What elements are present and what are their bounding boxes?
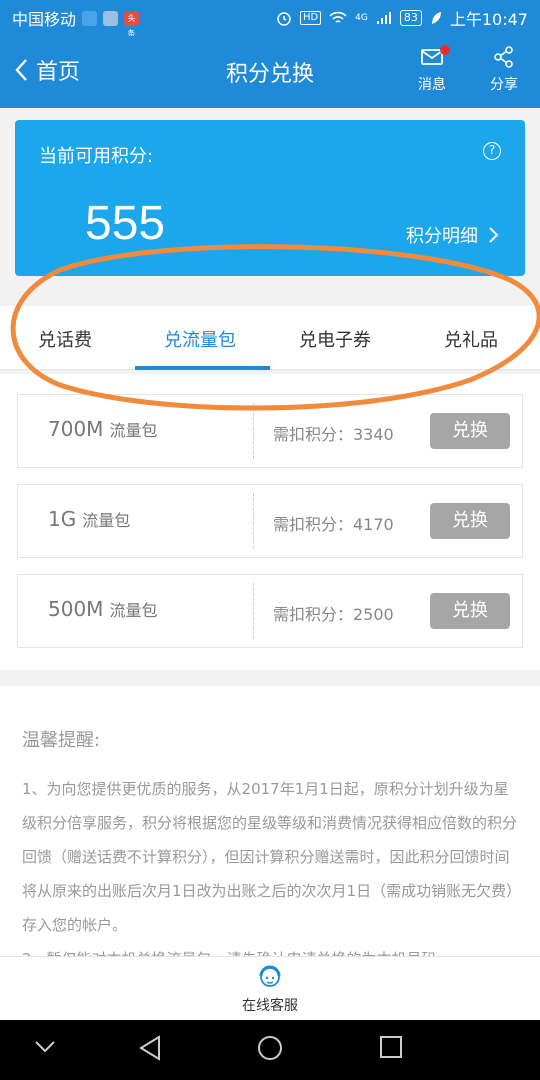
online-service-label: 在线客服	[242, 998, 298, 1014]
hd-indicator: HD	[299, 11, 322, 25]
signal-icon	[376, 12, 391, 24]
app-header: 首页 积分兑换 消息 分享	[0, 36, 540, 108]
home-circle-icon[interactable]	[256, 1034, 284, 1062]
network-type: 4G	[355, 13, 368, 23]
unread-dot	[440, 45, 450, 55]
share-icon	[494, 46, 513, 68]
offer-size-value: 700M	[48, 417, 104, 441]
offer-item: 1G 流量包 需扣积分：4170 兑换	[17, 484, 523, 558]
wifi-icon	[329, 11, 347, 23]
notice-title: 温馨提醒:	[22, 730, 101, 751]
divider	[253, 403, 254, 459]
points-detail-link[interactable]: 积分明细	[406, 222, 499, 248]
points-detail-label: 积分明细	[406, 226, 478, 247]
points-card: 当前可用积分: ? 555 积分明细	[15, 120, 525, 276]
offer-item: 500M 流量包 需扣积分：2500 兑换	[17, 574, 523, 648]
alarm-icon	[277, 12, 291, 26]
tab-data-package[interactable]: 兑流量包	[164, 326, 236, 352]
available-points-label: 当前可用积分:	[39, 146, 154, 167]
tab-gifts[interactable]: 兑礼品	[444, 326, 498, 352]
divider	[253, 583, 254, 639]
system-nav-bar	[0, 1020, 540, 1080]
share-label: 分享	[490, 77, 518, 93]
offer-size-value: 1G	[48, 507, 77, 531]
notification-app-icon	[82, 10, 98, 26]
offer-unit: 流量包	[109, 421, 158, 440]
online-service-button[interactable]: 在线客服	[0, 956, 540, 1020]
customer-service-icon	[259, 965, 281, 987]
offer-size: 500M 流量包	[48, 597, 157, 621]
messages-label: 消息	[418, 77, 446, 93]
news-app-badge: 头条	[124, 10, 140, 38]
offer-unit: 流量包	[82, 511, 131, 530]
notice-section: 温馨提醒: 1、为向您提供更优质的服务，从2017年1月1日起，原积分计划升级为…	[0, 686, 540, 968]
exchange-button[interactable]: 兑换	[430, 503, 510, 539]
share-button[interactable]: 分享	[474, 44, 534, 94]
carrier-name: 中国移动	[12, 10, 77, 29]
offer-item: 700M 流量包 需扣积分：3340 兑换	[17, 394, 523, 468]
exchange-button[interactable]: 兑换	[430, 413, 510, 449]
chevron-right-icon	[489, 227, 499, 243]
messages-button[interactable]: 消息	[402, 44, 462, 94]
available-points-value: 555	[85, 197, 166, 250]
notification-app-icon	[103, 10, 119, 26]
back-triangle-icon[interactable]	[138, 1034, 162, 1062]
offer-size: 1G 流量包	[48, 507, 130, 531]
offer-cost: 需扣积分：3340	[273, 425, 394, 444]
notice-item: 1、为向您提供更优质的服务，从2017年1月1日起，原积分计划升级为星级积分倍享…	[22, 780, 518, 934]
offer-cost: 需扣积分：2500	[273, 605, 394, 624]
tab-phone-credit[interactable]: 兑话费	[38, 326, 92, 352]
clock: 上午10:47	[449, 10, 528, 29]
tab-e-voucher[interactable]: 兑电子券	[299, 326, 371, 352]
help-icon[interactable]: ?	[483, 142, 501, 160]
chevron-down-icon[interactable]	[34, 1040, 56, 1054]
battery-level: 83	[399, 10, 422, 26]
active-tab-indicator	[135, 366, 270, 370]
exchange-button[interactable]: 兑换	[430, 593, 510, 629]
status-bar: 中国移动 头条 HD 4G 83 上午10:47	[0, 0, 540, 38]
offer-size: 700M 流量包	[48, 417, 157, 441]
offer-unit: 流量包	[109, 601, 158, 620]
exchange-tabs: 兑话费 兑流量包 兑电子券 兑礼品	[0, 306, 540, 370]
offer-list: 700M 流量包 需扣积分：3340 兑换 1G 流量包 需扣积分：4170 兑换 …	[0, 374, 540, 670]
leaf-icon	[431, 12, 441, 24]
offer-size-value: 500M	[48, 597, 104, 621]
recents-square-icon[interactable]	[378, 1034, 404, 1060]
divider	[253, 493, 254, 549]
offer-cost: 需扣积分：4170	[273, 515, 394, 534]
